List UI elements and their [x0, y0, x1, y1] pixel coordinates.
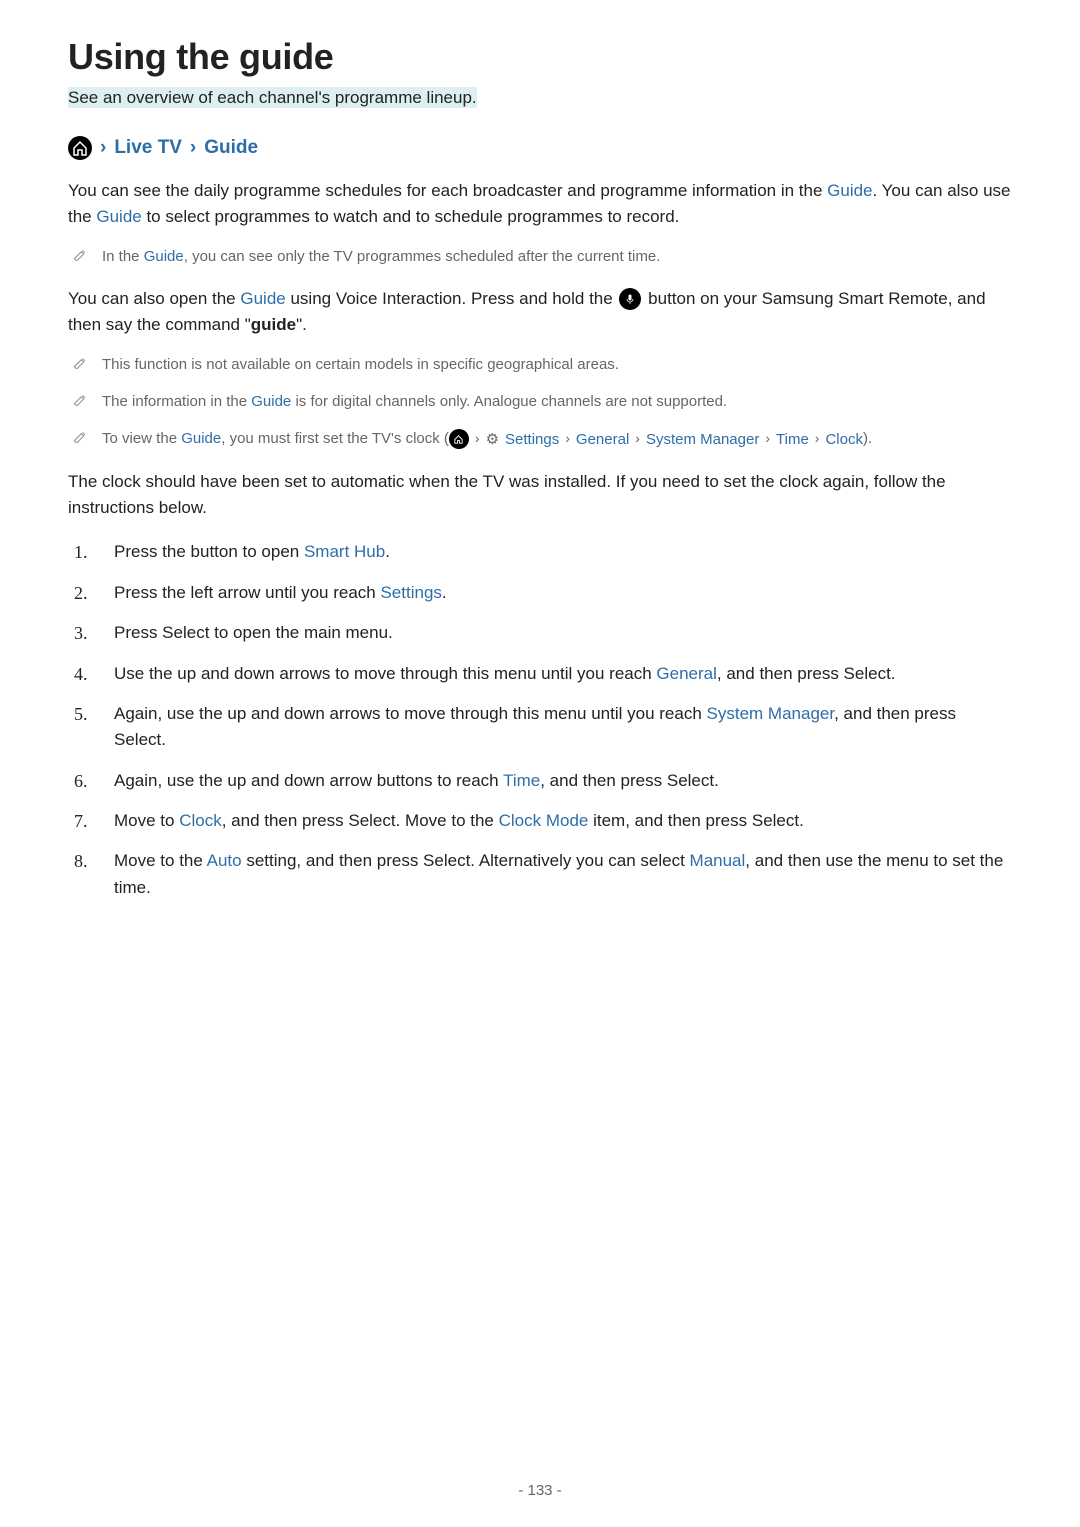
path-system-manager: System Manager	[646, 428, 759, 451]
text: Press the button to open	[114, 542, 304, 561]
document-page: Using the guide See an overview of each …	[0, 0, 1080, 1527]
note-2: This function is not available on certai…	[72, 353, 1012, 376]
note-text: To view the Guide, you must first set th…	[102, 427, 872, 451]
text: item, and then press Select.	[588, 811, 803, 830]
note-icon	[72, 247, 88, 268]
link-smart-hub: Smart Hub	[304, 542, 385, 561]
chevron-right-icon: ›	[565, 428, 570, 450]
link-time: Time	[503, 771, 540, 790]
breadcrumb-live-tv: Live TV	[114, 137, 182, 159]
text: .	[442, 583, 447, 602]
note-text: This function is not available on certai…	[102, 353, 619, 376]
note-4: To view the Guide, you must first set th…	[72, 427, 1012, 451]
text: setting, and then press Select. Alternat…	[242, 851, 690, 870]
link-clock-mode: Clock Mode	[499, 811, 589, 830]
step-5: Again, use the up and down arrows to mov…	[114, 701, 1012, 754]
path-settings: Settings	[505, 428, 559, 451]
text: You can also open the	[68, 289, 240, 308]
text: ".	[296, 315, 307, 334]
text: ).	[863, 430, 872, 447]
chevron-right-icon: ›	[815, 428, 820, 450]
path-clock: Clock	[825, 428, 863, 451]
path-time: Time	[776, 428, 809, 451]
note-3: The information in the Guide is for digi…	[72, 390, 1012, 413]
link-guide: Guide	[181, 430, 221, 447]
link-system-manager: System Manager	[707, 704, 835, 723]
steps-list: Press the button to open Smart Hub. Pres…	[68, 539, 1012, 900]
text: Use the up and down arrows to move throu…	[114, 664, 656, 683]
note-icon	[72, 392, 88, 413]
text: to select programmes to watch and to sch…	[142, 207, 680, 226]
note-text: The information in the Guide is for digi…	[102, 390, 727, 413]
text: In the	[102, 248, 144, 265]
gear-icon: ⚙	[486, 428, 499, 451]
paragraph-1: You can see the daily programme schedule…	[68, 178, 1012, 231]
text: , and then press Select.	[540, 771, 719, 790]
chevron-right-icon: ›	[475, 428, 480, 450]
voice-command: guide	[251, 315, 296, 334]
step-7: Move to Clock, and then press Select. Mo…	[114, 808, 1012, 834]
text: is for digital channels only. Analogue c…	[291, 393, 727, 410]
text: Move to the	[114, 851, 207, 870]
link-guide: Guide	[827, 181, 872, 200]
link-auto: Auto	[207, 851, 242, 870]
note-text: In the Guide, you can see only the TV pr…	[102, 245, 660, 268]
text: Again, use the up and down arrow buttons…	[114, 771, 503, 790]
home-icon	[68, 136, 92, 160]
chevron-right-icon: ›	[635, 428, 640, 450]
link-guide: Guide	[96, 207, 141, 226]
text: using Voice Interaction. Press and hold …	[286, 289, 618, 308]
page-subtitle: See an overview of each channel's progra…	[68, 87, 477, 108]
text: To view the	[102, 430, 181, 447]
path-general: General	[576, 428, 629, 451]
link-manual: Manual	[690, 851, 746, 870]
step-4: Use the up and down arrows to move throu…	[114, 661, 1012, 687]
step-1: Press the button to open Smart Hub.	[114, 539, 1012, 565]
page-number: - 133 -	[0, 1482, 1080, 1499]
step-3: Press Select to open the main menu.	[114, 620, 1012, 646]
text: The information in the	[102, 393, 251, 410]
menu-path: › ⚙ Settings › General › System Manager …	[449, 428, 863, 451]
chevron-right-icon: ›	[765, 428, 770, 450]
note-icon	[72, 429, 88, 451]
text: , and then press Select.	[717, 664, 896, 683]
page-subtitle-wrap: See an overview of each channel's progra…	[68, 88, 1012, 108]
step-2: Press the left arrow until you reach Set…	[114, 580, 1012, 606]
text: , you must first set the TV's clock (	[221, 430, 449, 447]
link-guide: Guide	[144, 248, 184, 265]
home-icon	[449, 429, 469, 449]
step-8: Move to the Auto setting, and then press…	[114, 848, 1012, 901]
text: Press the left arrow until you reach	[114, 583, 380, 602]
note-icon	[72, 355, 88, 376]
chevron-right-icon: ›	[100, 137, 106, 159]
step-6: Again, use the up and down arrow buttons…	[114, 768, 1012, 794]
link-clock: Clock	[179, 811, 222, 830]
text: .	[385, 542, 390, 561]
link-general: General	[656, 664, 716, 683]
link-guide: Guide	[251, 393, 291, 410]
text: You can see the daily programme schedule…	[68, 181, 827, 200]
text: , you can see only the TV programmes sch…	[184, 248, 661, 265]
breadcrumb-guide: Guide	[204, 137, 258, 159]
text: Again, use the up and down arrows to mov…	[114, 704, 707, 723]
link-guide: Guide	[240, 289, 285, 308]
page-title: Using the guide	[68, 36, 1012, 78]
microphone-icon	[619, 288, 641, 310]
chevron-right-icon: ›	[190, 137, 196, 159]
breadcrumb: › Live TV › Guide	[68, 136, 1012, 160]
text: , and then press Select. Move to the	[222, 811, 499, 830]
note-1: In the Guide, you can see only the TV pr…	[72, 245, 1012, 268]
link-settings: Settings	[380, 583, 441, 602]
text: Move to	[114, 811, 179, 830]
paragraph-2: You can also open the Guide using Voice …	[68, 286, 1012, 339]
text: Press Select to open the main menu.	[114, 623, 393, 642]
paragraph-3: The clock should have been set to automa…	[68, 469, 1012, 522]
